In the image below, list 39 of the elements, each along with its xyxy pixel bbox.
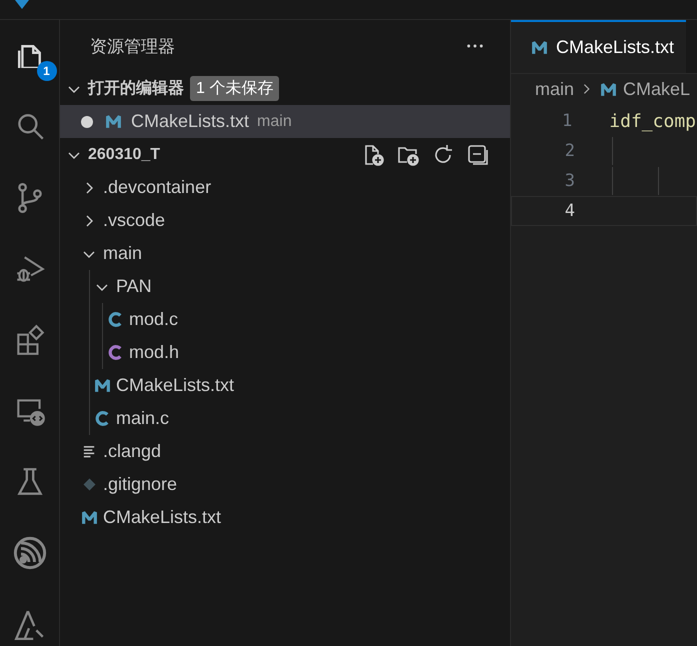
line-number: 3 bbox=[564, 171, 575, 191]
m-letter-icon bbox=[600, 80, 618, 98]
more-icon[interactable] bbox=[466, 43, 484, 49]
line-number: 1 bbox=[561, 111, 572, 131]
file-name[interactable]: main.c bbox=[116, 408, 170, 429]
file-name[interactable]: .clangd bbox=[103, 441, 162, 462]
line-number: 4 bbox=[564, 201, 575, 221]
count-badge: 1 bbox=[36, 60, 56, 81]
signal-circle-icon[interactable] bbox=[12, 534, 48, 571]
app-logo-icon bbox=[14, 0, 30, 10]
collapse-all-icon[interactable] bbox=[466, 142, 490, 166]
code-text: idf_comp bbox=[609, 110, 696, 132]
m-letter-icon bbox=[94, 377, 110, 394]
folder-name[interactable]: PAN bbox=[116, 276, 152, 297]
line-number: 2 bbox=[564, 141, 575, 161]
folder-name[interactable]: main bbox=[103, 243, 142, 264]
file-name[interactable]: .gitignore bbox=[103, 474, 178, 495]
breadcrumb[interactable]: main bbox=[535, 78, 574, 100]
files-icon[interactable] bbox=[16, 44, 42, 68]
unsaved-badge: 1 个未保存 bbox=[190, 76, 280, 101]
folder-name[interactable]: .vscode bbox=[103, 210, 166, 231]
section-title[interactable]: 打开的编辑器 bbox=[88, 78, 184, 99]
lines-icon bbox=[82, 444, 96, 459]
project-title[interactable]: 260310_T bbox=[88, 146, 160, 164]
c-letter-icon bbox=[106, 311, 124, 328]
m-letter-icon bbox=[531, 39, 548, 56]
m-letter-icon bbox=[105, 113, 122, 130]
editor-tab[interactable]: CMakeLists.txt bbox=[511, 20, 686, 73]
folder-name[interactable]: .devcontainer bbox=[103, 177, 212, 198]
file-name[interactable]: mod.c bbox=[129, 309, 178, 330]
c-letter-icon bbox=[94, 410, 110, 427]
open-editor-item[interactable]: CMakeLists.txt main bbox=[60, 105, 510, 138]
c-letter-icon bbox=[106, 344, 124, 361]
file-name[interactable]: mod.h bbox=[129, 342, 180, 363]
m-letter-icon bbox=[80, 509, 98, 526]
sidebar-title: 资源管理器 bbox=[90, 36, 175, 58]
file-name[interactable]: CMakeLists.txt bbox=[103, 507, 222, 528]
file-name[interactable]: CMakeLists.txt bbox=[116, 375, 234, 396]
breadcrumb[interactable]: CMakeL bbox=[623, 78, 690, 100]
